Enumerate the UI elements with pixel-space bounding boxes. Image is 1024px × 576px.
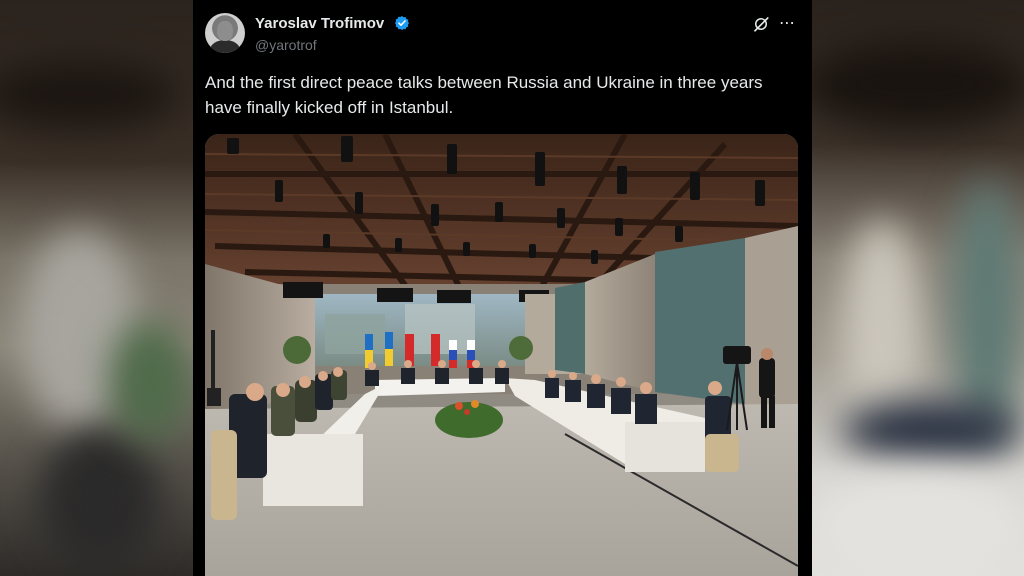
more-options-icon[interactable]: ⋯	[779, 13, 796, 33]
blurred-background-right	[812, 0, 1024, 576]
tweet-photo[interactable]	[205, 134, 798, 576]
verified-badge-icon	[395, 16, 409, 30]
tweet-text: And the first direct peace talks between…	[205, 73, 763, 117]
author-handle[interactable]: @yarotrof	[255, 37, 317, 53]
conference-room-photo	[205, 134, 798, 576]
grok-icon[interactable]	[752, 15, 770, 33]
author-name[interactable]: Yaroslav Trofimov	[255, 15, 384, 32]
blurred-background-left	[0, 0, 193, 576]
avatar[interactable]	[205, 13, 245, 53]
tweet-card: Yaroslav Trofimov @yarotrof ⋯ And the fi…	[193, 0, 812, 576]
